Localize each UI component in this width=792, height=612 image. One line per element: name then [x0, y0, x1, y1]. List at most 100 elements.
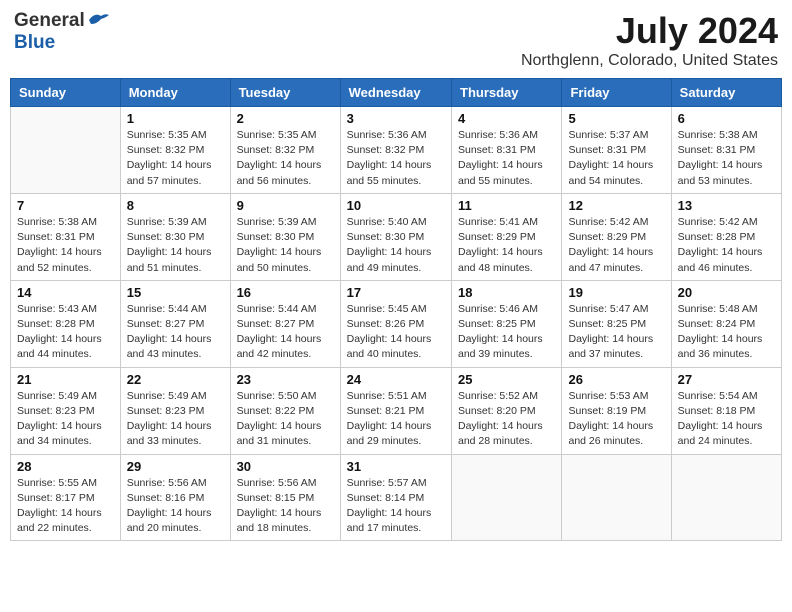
day-number: 17: [347, 285, 445, 300]
day-number: 18: [458, 285, 555, 300]
day-number: 22: [127, 372, 224, 387]
logo-bird-icon: [87, 10, 111, 28]
calendar-day-cell: 15Sunrise: 5:44 AM Sunset: 8:27 PM Dayli…: [120, 280, 230, 367]
day-info: Sunrise: 5:35 AM Sunset: 8:32 PM Dayligh…: [237, 128, 334, 189]
calendar-day-cell: 27 Sunrise: 5:54 AM Sunset: 8:18 PM Dayli…: [671, 367, 781, 454]
day-info: Sunrise: 5:42 AM Sunset: 8:28 PM Dayligh…: [678, 215, 775, 276]
calendar-day-cell: 25 Sunrise: 5:52 AM Sunset: 8:20 PM Dayli…: [452, 367, 562, 454]
calendar-day-cell: 3 Sunrise: 5:36 AM Sunset: 8:32 PM Daylig…: [340, 107, 451, 194]
day-number: 29: [127, 459, 224, 474]
calendar-day-cell: 30Sunrise: 5:56 AM Sunset: 8:15 PM Dayli…: [230, 454, 340, 541]
day-number: 5: [568, 111, 664, 126]
day-number: 20: [678, 285, 775, 300]
weekday-header-tuesday: Tuesday: [230, 79, 340, 107]
calendar-day-cell: 1 Sunrise: 5:35 AM Sunset: 8:32 PM Daylig…: [120, 107, 230, 194]
day-info: Sunrise: 5:47 AM Sunset: 8:25 PM Dayligh…: [568, 302, 664, 363]
day-info: Sunrise: 5:41 AM Sunset: 8:29 PM Dayligh…: [458, 215, 555, 276]
day-number: 15: [127, 285, 224, 300]
day-info: Sunrise: 5:53 AM Sunset: 8:19 PM Dayligh…: [568, 389, 664, 450]
page-header: General Blue July 2024 Northglenn, Color…: [10, 10, 782, 70]
day-info: Sunrise: 5:51 AM Sunset: 8:21 PM Dayligh…: [347, 389, 445, 450]
weekday-header-row: SundayMondayTuesdayWednesdayThursdayFrid…: [11, 79, 782, 107]
day-info: Sunrise: 5:37 AM Sunset: 8:31 PM Dayligh…: [568, 128, 664, 189]
calendar-table: SundayMondayTuesdayWednesdayThursdayFrid…: [10, 78, 782, 541]
calendar-day-cell: 6Sunrise: 5:38 AM Sunset: 8:31 PM Daylig…: [671, 107, 781, 194]
day-number: 11: [458, 198, 555, 213]
day-info: Sunrise: 5:38 AM Sunset: 8:31 PM Dayligh…: [17, 215, 114, 276]
calendar-day-cell: [452, 454, 562, 541]
calendar-day-cell: 9 Sunrise: 5:39 AM Sunset: 8:30 PM Daylig…: [230, 193, 340, 280]
calendar-day-cell: 22 Sunrise: 5:49 AM Sunset: 8:23 PM Dayli…: [120, 367, 230, 454]
day-info: Sunrise: 5:39 AM Sunset: 8:30 PM Dayligh…: [237, 215, 334, 276]
calendar-day-cell: 26 Sunrise: 5:53 AM Sunset: 8:19 PM Dayli…: [562, 367, 671, 454]
day-info: Sunrise: 5:49 AM Sunset: 8:23 PM Dayligh…: [127, 389, 224, 450]
day-number: 19: [568, 285, 664, 300]
day-number: 31: [347, 459, 445, 474]
calendar-week-row: 14 Sunrise: 5:43 AM Sunset: 8:28 PM Dayli…: [11, 280, 782, 367]
day-info: Sunrise: 5:39 AM Sunset: 8:30 PM Dayligh…: [127, 215, 224, 276]
weekday-header-wednesday: Wednesday: [340, 79, 451, 107]
day-info: Sunrise: 5:36 AM Sunset: 8:32 PM Dayligh…: [347, 128, 445, 189]
day-number: 25: [458, 372, 555, 387]
calendar-day-cell: 31 Sunrise: 5:57 AM Sunset: 8:14 PM Dayli…: [340, 454, 451, 541]
calendar-day-cell: 21Sunrise: 5:49 AM Sunset: 8:23 PM Dayli…: [11, 367, 121, 454]
calendar-day-cell: 17 Sunrise: 5:45 AM Sunset: 8:26 PM Dayli…: [340, 280, 451, 367]
day-info: Sunrise: 5:56 AM Sunset: 8:16 PM Dayligh…: [127, 476, 224, 537]
day-info: Sunrise: 5:56 AM Sunset: 8:15 PM Dayligh…: [237, 476, 334, 537]
day-number: 2: [237, 111, 334, 126]
calendar-day-cell: 29 Sunrise: 5:56 AM Sunset: 8:16 PM Dayli…: [120, 454, 230, 541]
day-info: Sunrise: 5:52 AM Sunset: 8:20 PM Dayligh…: [458, 389, 555, 450]
month-title: July 2024: [521, 10, 778, 52]
day-number: 13: [678, 198, 775, 213]
day-number: 10: [347, 198, 445, 213]
calendar-day-cell: 24 Sunrise: 5:51 AM Sunset: 8:21 PM Dayli…: [340, 367, 451, 454]
day-info: Sunrise: 5:44 AM Sunset: 8:27 PM Dayligh…: [237, 302, 334, 363]
calendar-day-cell: 13 Sunrise: 5:42 AM Sunset: 8:28 PM Dayli…: [671, 193, 781, 280]
calendar-day-cell: [671, 454, 781, 541]
day-number: 6: [678, 111, 775, 126]
day-number: 4: [458, 111, 555, 126]
day-number: 9: [237, 198, 334, 213]
day-number: 12: [568, 198, 664, 213]
weekday-header-sunday: Sunday: [11, 79, 121, 107]
day-number: 23: [237, 372, 334, 387]
day-info: Sunrise: 5:54 AM Sunset: 8:18 PM Dayligh…: [678, 389, 775, 450]
day-number: 26: [568, 372, 664, 387]
day-info: Sunrise: 5:40 AM Sunset: 8:30 PM Dayligh…: [347, 215, 445, 276]
day-info: Sunrise: 5:55 AM Sunset: 8:17 PM Dayligh…: [17, 476, 114, 537]
calendar-week-row: 28Sunrise: 5:55 AM Sunset: 8:17 PM Dayli…: [11, 454, 782, 541]
day-info: Sunrise: 5:57 AM Sunset: 8:14 PM Dayligh…: [347, 476, 445, 537]
calendar-day-cell: 11 Sunrise: 5:41 AM Sunset: 8:29 PM Dayli…: [452, 193, 562, 280]
title-area: July 2024 Northglenn, Colorado, United S…: [521, 10, 778, 70]
day-number: 24: [347, 372, 445, 387]
calendar-day-cell: 14 Sunrise: 5:43 AM Sunset: 8:28 PM Dayli…: [11, 280, 121, 367]
calendar-day-cell: 12Sunrise: 5:42 AM Sunset: 8:29 PM Dayli…: [562, 193, 671, 280]
logo-blue-text: Blue: [14, 32, 55, 53]
calendar-week-row: 21Sunrise: 5:49 AM Sunset: 8:23 PM Dayli…: [11, 367, 782, 454]
calendar-day-cell: 7Sunrise: 5:38 AM Sunset: 8:31 PM Daylig…: [11, 193, 121, 280]
day-info: Sunrise: 5:45 AM Sunset: 8:26 PM Dayligh…: [347, 302, 445, 363]
day-info: Sunrise: 5:48 AM Sunset: 8:24 PM Dayligh…: [678, 302, 775, 363]
calendar-day-cell: 4Sunrise: 5:36 AM Sunset: 8:31 PM Daylig…: [452, 107, 562, 194]
calendar-day-cell: 2 Sunrise: 5:35 AM Sunset: 8:32 PM Daylig…: [230, 107, 340, 194]
day-number: 16: [237, 285, 334, 300]
day-info: Sunrise: 5:50 AM Sunset: 8:22 PM Dayligh…: [237, 389, 334, 450]
calendar-day-cell: 19 Sunrise: 5:47 AM Sunset: 8:25 PM Dayli…: [562, 280, 671, 367]
day-info: Sunrise: 5:46 AM Sunset: 8:25 PM Dayligh…: [458, 302, 555, 363]
day-number: 14: [17, 285, 114, 300]
calendar-day-cell: 16 Sunrise: 5:44 AM Sunset: 8:27 PM Dayli…: [230, 280, 340, 367]
day-number: 27: [678, 372, 775, 387]
day-number: 3: [347, 111, 445, 126]
day-number: 1: [127, 111, 224, 126]
calendar-day-cell: [11, 107, 121, 194]
day-info: Sunrise: 5:35 AM Sunset: 8:32 PM Dayligh…: [127, 128, 224, 189]
day-info: Sunrise: 5:43 AM Sunset: 8:28 PM Dayligh…: [17, 302, 114, 363]
day-info: Sunrise: 5:49 AM Sunset: 8:23 PM Dayligh…: [17, 389, 114, 450]
calendar-day-cell: 23 Sunrise: 5:50 AM Sunset: 8:22 PM Dayli…: [230, 367, 340, 454]
weekday-header-monday: Monday: [120, 79, 230, 107]
calendar-day-cell: [562, 454, 671, 541]
day-number: 8: [127, 198, 224, 213]
calendar-week-row: 7Sunrise: 5:38 AM Sunset: 8:31 PM Daylig…: [11, 193, 782, 280]
location-title: Northglenn, Colorado, United States: [521, 52, 778, 70]
calendar-day-cell: 8 Sunrise: 5:39 AM Sunset: 8:30 PM Daylig…: [120, 193, 230, 280]
